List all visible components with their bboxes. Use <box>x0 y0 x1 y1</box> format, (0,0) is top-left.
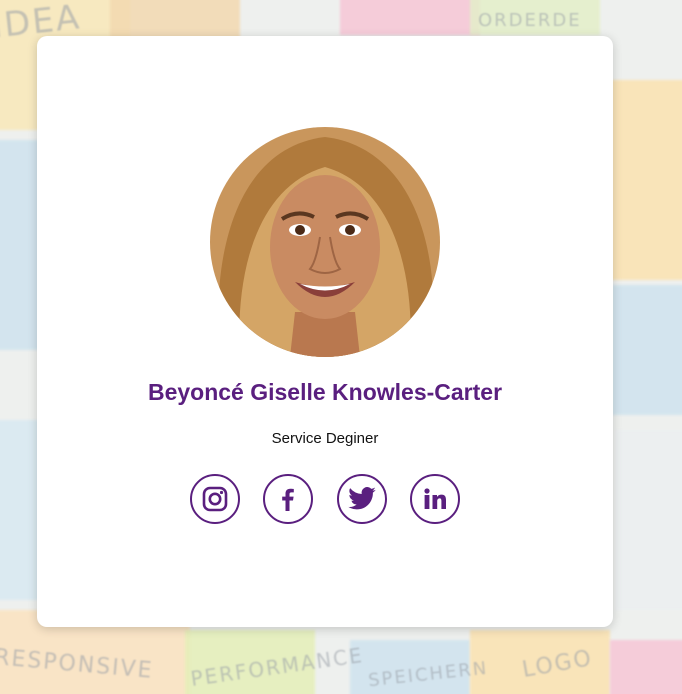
twitter-link[interactable] <box>336 474 387 524</box>
social-links <box>190 474 460 524</box>
twitter-icon <box>347 487 376 510</box>
profile-card: Beyoncé Giselle Knowles-Carter Service D… <box>37 36 613 627</box>
linkedin-link[interactable] <box>409 474 460 524</box>
linkedin-icon <box>424 488 446 509</box>
background-word: ORDERDE <box>478 10 582 31</box>
profile-name: Beyoncé Giselle Knowles-Carter <box>147 379 503 405</box>
instagram-icon <box>202 486 228 512</box>
profile-role: Service Deginer <box>271 430 379 447</box>
avatar <box>210 127 440 357</box>
instagram-link[interactable] <box>190 474 240 524</box>
facebook-link[interactable] <box>263 474 314 524</box>
facebook-icon <box>282 488 295 511</box>
